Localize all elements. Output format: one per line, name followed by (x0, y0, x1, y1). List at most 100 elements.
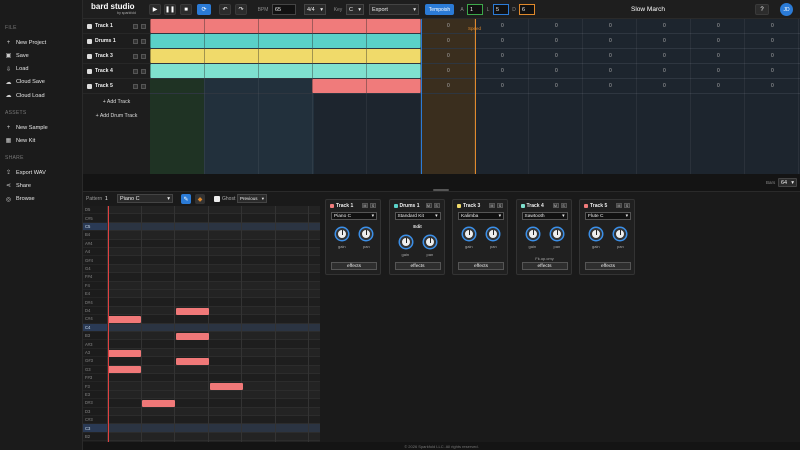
pan-knob[interactable] (614, 228, 626, 240)
pos-a-input[interactable]: 1 (467, 4, 483, 15)
resize-handle[interactable] (433, 189, 449, 191)
sidebar-item-cloud-load[interactable]: ☁ Cloud Load (5, 90, 79, 101)
mixer-mute-button[interactable]: M (362, 203, 368, 208)
piano-key[interactable]: G4 (83, 265, 107, 274)
track-clip[interactable] (150, 49, 421, 63)
sidebar-item-new-sample[interactable]: + New Sample (5, 122, 79, 133)
piano-key[interactable]: F4 (83, 282, 107, 290)
piano-key[interactable]: C5 (83, 222, 107, 232)
piano-roll-note[interactable] (176, 332, 209, 340)
gain-knob[interactable] (463, 228, 475, 240)
piano-key[interactable]: B3 (83, 332, 107, 341)
track-solo-button[interactable] (141, 53, 146, 59)
sidebar-item-cloud-save[interactable]: ☁ Cloud Save (5, 77, 79, 88)
track-enable-checkbox[interactable] (87, 83, 92, 89)
instrument-select[interactable]: Sawtooth ▾ (521, 212, 568, 220)
piano-key[interactable]: D#3 (83, 399, 107, 408)
sidebar-item-new-project[interactable]: + New Project (5, 37, 79, 48)
effects-button[interactable]: effects (585, 262, 631, 270)
export-select[interactable]: Export ▾ (369, 4, 419, 15)
instrument-select[interactable]: Kalimba ▾ (458, 212, 504, 220)
pan-knob[interactable] (360, 228, 372, 240)
piano-key[interactable]: G#4 (83, 256, 107, 265)
piano-roll-note[interactable] (176, 357, 209, 365)
piano-key[interactable]: C#5 (83, 214, 107, 223)
ghost-checkbox[interactable] (214, 196, 220, 202)
time-signature-select[interactable]: 4/4 ▾ (304, 4, 326, 15)
mixer-mute-button[interactable]: M (425, 203, 432, 208)
piano-key[interactable]: F3 (83, 382, 107, 391)
pan-knob[interactable] (487, 228, 499, 240)
piano-key[interactable]: C4 (83, 323, 107, 332)
track-header[interactable]: Track 1 (83, 19, 150, 34)
sidebar-item-share[interactable]: ⋖ Share (5, 180, 79, 191)
piano-key[interactable]: D3 (83, 408, 107, 416)
pattern-number[interactable]: 1 (105, 196, 108, 202)
mixer-solo-button[interactable]: S (370, 203, 376, 208)
mixer-solo-button[interactable]: S (624, 203, 630, 208)
effects-button[interactable]: effects (331, 262, 377, 270)
sidebar-item-export-wav[interactable]: ⇪ Export WAV (5, 167, 79, 178)
pencil-tool-icon[interactable]: ✎ (181, 194, 191, 204)
track-mute-button[interactable] (133, 68, 138, 74)
instrument-select[interactable]: Piano C ▾ (331, 212, 377, 220)
track-header[interactable]: Drums 1 (83, 34, 150, 49)
piano-key[interactable]: F#4 (83, 273, 107, 282)
piano-roll-note[interactable] (108, 366, 141, 374)
gain-knob[interactable] (399, 236, 412, 248)
gain-knob[interactable] (590, 228, 602, 240)
piano-key[interactable]: C3 (83, 424, 107, 433)
track-solo-button[interactable] (141, 68, 146, 74)
tempo-button[interactable]: Tempoish (425, 4, 454, 15)
pattern-instrument-select[interactable]: Piano C ▾ (117, 194, 173, 203)
track-enable-checkbox[interactable] (87, 38, 92, 44)
playhead[interactable] (421, 19, 422, 174)
pause-button[interactable]: ❚❚ (164, 4, 176, 15)
piano-roll-note[interactable] (142, 399, 175, 407)
track-solo-button[interactable] (141, 38, 146, 44)
piano-key[interactable]: A4 (83, 248, 107, 257)
gain-knob[interactable] (336, 228, 348, 240)
pos-b-input[interactable]: 5 (493, 4, 509, 15)
sidebar-item-save[interactable]: ▣ Save (5, 50, 79, 61)
track-solo-button[interactable] (141, 83, 146, 89)
play-button[interactable]: ▶ (149, 4, 161, 15)
pan-knob[interactable] (550, 228, 563, 240)
ghost-source-select[interactable]: Previous ▾ (237, 194, 267, 203)
add-track-button[interactable]: + Add Track (83, 96, 150, 108)
track-enable-checkbox[interactable] (87, 23, 92, 29)
piano-key[interactable]: A3 (83, 349, 107, 358)
track-mute-button[interactable] (133, 53, 138, 59)
piano-key[interactable]: E3 (83, 391, 107, 400)
track-clip[interactable] (150, 19, 421, 33)
mixer-mute-button[interactable]: M (552, 203, 559, 208)
help-button[interactable]: ? (755, 4, 769, 15)
mixer-solo-button[interactable]: S (433, 203, 440, 208)
panel-divider[interactable]: Bars 64 ▾ (83, 174, 800, 192)
mixer-solo-button[interactable]: S (497, 203, 503, 208)
piano-key[interactable]: F#3 (83, 374, 107, 383)
piano-roll-note[interactable] (108, 315, 141, 323)
piano-key[interactable]: D5 (83, 206, 107, 215)
effects-button[interactable]: effects (394, 262, 441, 270)
piano-roll-note[interactable] (210, 383, 243, 391)
pos-c-input[interactable]: 6 (519, 4, 535, 15)
track-header[interactable]: Track 3 (83, 49, 150, 64)
instrument-select[interactable]: Flute C ▾ (585, 212, 631, 220)
loop-end-marker[interactable] (475, 19, 476, 174)
track-clip[interactable] (150, 34, 421, 48)
avatar[interactable]: JD (780, 3, 793, 16)
eraser-tool-icon[interactable]: ◆ (195, 194, 205, 204)
song-title[interactable]: Slow March (603, 4, 693, 15)
piano-key[interactable]: G3 (83, 366, 107, 374)
track-solo-button[interactable] (141, 23, 146, 29)
track-mute-button[interactable] (133, 23, 138, 29)
piano-roll-note[interactable] (176, 307, 209, 315)
track-mute-button[interactable] (133, 83, 138, 89)
piano-key[interactable]: B4 (83, 231, 107, 240)
piano-key[interactable]: G#3 (83, 357, 107, 366)
mixer-mute-button[interactable]: M (616, 203, 622, 208)
track-enable-checkbox[interactable] (87, 53, 92, 59)
stop-button[interactable]: ■ (180, 4, 192, 15)
effects-button[interactable]: effects (521, 262, 568, 270)
